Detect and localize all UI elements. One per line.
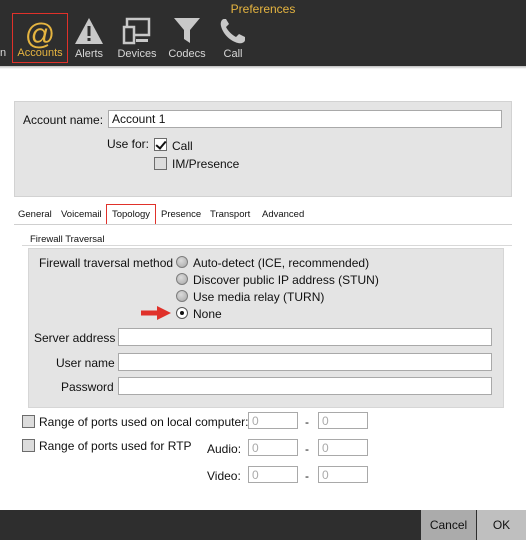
at-sign-icon: @ (25, 18, 55, 50)
phone-icon (220, 19, 245, 44)
call-checkbox-label: Call (172, 139, 193, 153)
account-panel: Account name: Use for: Call IM/Presence (14, 101, 512, 197)
preferences-toolbar: Preferences n @ Accounts Alerts Devices … (0, 0, 526, 66)
toolbar-shadow (0, 66, 526, 69)
radio-turn-label: Use media relay (TURN) (193, 290, 325, 304)
password-input[interactable] (118, 377, 492, 395)
audio-port-from-input[interactable] (248, 439, 298, 456)
cancel-button[interactable]: Cancel (421, 510, 476, 540)
range-dash: - (305, 469, 309, 483)
toolbar-item-codecs[interactable]: Codecs (164, 13, 210, 63)
call-checkbox[interactable] (154, 138, 167, 151)
tab-divider (14, 224, 512, 225)
toolbar-item-truncated-label[interactable]: n (0, 47, 6, 59)
account-name-input[interactable] (108, 110, 502, 128)
tab-advanced[interactable]: Advanced (262, 209, 304, 220)
tab-voicemail[interactable]: Voicemail (61, 209, 102, 220)
radio-stun-label: Discover public IP address (STUN) (193, 273, 379, 287)
user-name-label: User name (56, 356, 115, 370)
toolbar-item-label: Alerts (74, 48, 104, 60)
audio-label: Audio: (207, 442, 242, 456)
local-port-from-input[interactable] (248, 412, 298, 429)
local-ports-checkbox[interactable] (22, 415, 35, 428)
video-label: Video: (207, 469, 241, 483)
toolbar-item-accounts[interactable]: @ Accounts (12, 13, 68, 63)
im-presence-checkbox-label: IM/Presence (172, 157, 240, 171)
toolbar-item-devices[interactable]: Devices (114, 13, 160, 63)
toolbar-item-label: Call (223, 48, 243, 60)
rtp-ports-label: Range of ports used for RTP (39, 439, 192, 453)
local-port-to-input[interactable] (318, 412, 368, 429)
toolbar-item-call[interactable]: Call (214, 13, 252, 63)
devices-icon (122, 17, 151, 45)
toolbar-item-alerts[interactable]: Alerts (70, 13, 108, 63)
range-dash: - (305, 415, 309, 429)
password-label: Password (61, 380, 114, 394)
toolbar-item-label: Accounts (17, 47, 63, 59)
tab-transport[interactable]: Transport (210, 209, 250, 220)
radio-stun[interactable] (176, 273, 188, 285)
section-title: Firewall Traversal (30, 234, 105, 245)
use-for-label: Use for: (107, 137, 150, 151)
radio-turn[interactable] (176, 290, 188, 302)
audio-port-to-input[interactable] (318, 439, 368, 456)
tab-presence[interactable]: Presence (161, 209, 201, 220)
server-address-input[interactable] (118, 328, 492, 346)
radio-auto-detect[interactable] (176, 256, 188, 268)
rtp-ports-checkbox[interactable] (22, 439, 35, 452)
funnel-icon (174, 18, 200, 43)
ok-button[interactable]: OK (477, 510, 526, 540)
tab-topology[interactable]: Topology (106, 204, 156, 225)
account-name-label: Account name: (23, 113, 104, 127)
video-port-to-input[interactable] (318, 466, 368, 483)
toolbar-item-label: Codecs (168, 48, 206, 60)
red-arrow-icon (141, 306, 171, 320)
radio-auto-detect-label: Auto-detect (ICE, recommended) (193, 256, 370, 270)
toolbar-item-label: Devices (117, 48, 157, 60)
section-divider (22, 245, 512, 246)
video-port-from-input[interactable] (248, 466, 298, 483)
range-dash: - (305, 442, 309, 456)
radio-none-label: None (193, 307, 222, 321)
warning-triangle-icon (75, 18, 103, 44)
im-presence-checkbox[interactable] (154, 157, 167, 170)
firewall-method-label: Firewall traversal method (39, 256, 174, 270)
user-name-input[interactable] (118, 353, 492, 371)
svg-text:@: @ (25, 18, 55, 50)
radio-none[interactable] (176, 307, 188, 319)
local-ports-label: Range of ports used on local computer: (39, 415, 249, 429)
tab-general[interactable]: General (18, 209, 52, 220)
server-address-label: Server address (34, 331, 116, 345)
